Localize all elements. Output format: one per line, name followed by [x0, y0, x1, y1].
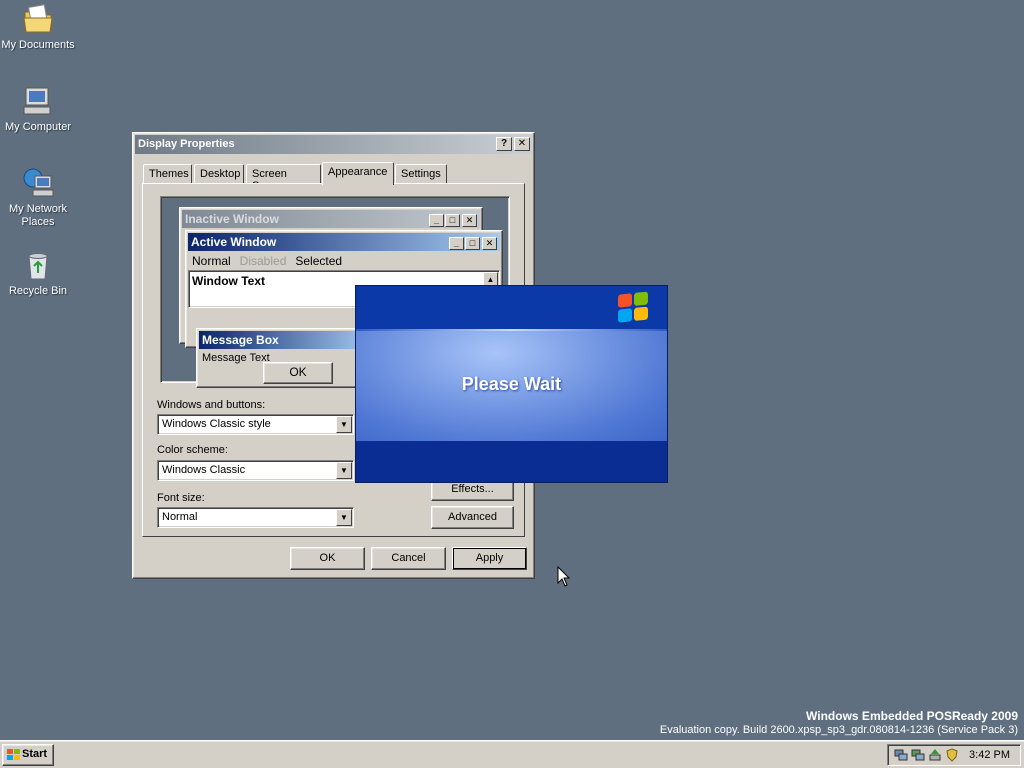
ok-button[interactable]: OK [290, 547, 365, 570]
splash-bottom-band [356, 441, 667, 482]
start-label: Start [22, 748, 48, 760]
my-computer-icon [21, 84, 55, 118]
preview-message-text: Message Text [202, 352, 270, 364]
desktop-icon-label: My Network Places [8, 203, 68, 228]
windows-buttons-select[interactable]: Windows Classic style ▼ [157, 414, 354, 435]
preview-inactive-title: Inactive Window _ □ ✕ [182, 210, 480, 228]
mouse-pointer-icon [557, 565, 571, 588]
cancel-button[interactable]: Cancel [371, 547, 446, 570]
network-icon[interactable] [894, 748, 908, 762]
os-edition-watermark: Windows Embedded POSReady 2009 [806, 709, 1018, 723]
start-button[interactable]: Start [2, 744, 54, 766]
safely-remove-icon[interactable] [928, 748, 942, 762]
color-scheme-value: Windows Classic [162, 464, 246, 476]
preview-menu-bar: Normal Disabled Selected [192, 254, 351, 268]
tab-appearance[interactable]: Appearance [322, 162, 394, 185]
system-tray: 3:42 PM [887, 744, 1021, 766]
preview-window-text: Window Text [192, 274, 265, 288]
tab-settings[interactable]: Settings [395, 164, 447, 184]
desktop-icon-label: Recycle Bin [8, 285, 68, 297]
windows-buttons-value: Windows Classic style [162, 418, 271, 430]
tab-desktop[interactable]: Desktop [194, 164, 244, 184]
tab-themes[interactable]: Themes [143, 164, 192, 184]
windows-flag-logo [618, 291, 650, 324]
color-scheme-select[interactable]: Windows Classic ▼ [157, 460, 354, 481]
close-button[interactable]: ✕ [514, 137, 530, 151]
close-icon: ✕ [482, 237, 497, 250]
preview-menu-normal: Normal [192, 254, 231, 268]
preview-message-box-title: Message Box [199, 331, 373, 349]
please-wait-splash: Please Wait [355, 285, 668, 483]
build-watermark: Evaluation copy. Build 2600.xpsp_sp3_gdr… [659, 724, 1018, 736]
advanced-button[interactable]: Advanced [431, 506, 514, 529]
network-icon[interactable] [911, 748, 925, 762]
font-size-select[interactable]: Normal ▼ [157, 507, 354, 528]
dialog-titlebar[interactable]: Display Properties ? ✕ [135, 135, 532, 154]
preview-menu-selected: Selected [295, 254, 343, 268]
taskbar: Start 3:42 PM [0, 740, 1024, 768]
desktop-icon-network-places[interactable]: My Network Places [0, 166, 76, 229]
help-button[interactable]: ? [496, 137, 512, 151]
windows-buttons-label: Windows and buttons: [157, 399, 266, 411]
font-size-value: Normal [162, 511, 198, 523]
network-places-icon [21, 166, 55, 200]
recycle-bin-icon [21, 248, 55, 282]
preview-message-box: Message Box Message Text OK [196, 328, 376, 388]
apply-button[interactable]: Apply [452, 547, 527, 570]
please-wait-message: Please Wait [461, 374, 562, 394]
desktop-icon-my-documents[interactable]: My Documents [0, 2, 76, 52]
desktop-icon-my-computer[interactable]: My Computer [0, 84, 76, 134]
chevron-down-icon[interactable]: ▼ [336, 462, 352, 479]
clock[interactable]: 3:42 PM [969, 749, 1010, 761]
close-icon: ✕ [462, 214, 477, 227]
preview-ok-button: OK [263, 362, 333, 384]
preview-caption-buttons: _ □ ✕ [448, 235, 497, 250]
my-documents-icon [21, 2, 55, 36]
dialog-title: Display Properties [138, 138, 235, 150]
chevron-down-icon[interactable]: ▼ [336, 509, 352, 526]
desktop: My Documents My Computer My Network Plac… [0, 0, 1024, 740]
desktop-icon-label: My Computer [4, 121, 72, 133]
windows-logo-icon [7, 749, 20, 761]
preview-inactive-title-text: Inactive Window [185, 212, 279, 226]
minimize-icon: _ [429, 214, 444, 227]
tab-screen-saver[interactable]: Screen Saver [246, 164, 321, 192]
preview-caption-buttons: _ □ ✕ [428, 212, 477, 227]
maximize-icon: □ [445, 214, 460, 227]
font-size-label: Font size: [157, 492, 205, 504]
preview-active-title: Active Window _ □ ✕ [188, 233, 500, 251]
minimize-icon: _ [449, 237, 464, 250]
security-shield-icon[interactable] [945, 748, 959, 762]
maximize-icon: □ [465, 237, 480, 250]
preview-menu-disabled: Disabled [239, 254, 287, 268]
chevron-down-icon[interactable]: ▼ [336, 416, 352, 433]
preview-active-title-text: Active Window [191, 235, 277, 249]
color-scheme-label: Color scheme: [157, 444, 228, 456]
desktop-icon-label: My Documents [1, 39, 75, 51]
desktop-icon-recycle-bin[interactable]: Recycle Bin [0, 248, 76, 298]
